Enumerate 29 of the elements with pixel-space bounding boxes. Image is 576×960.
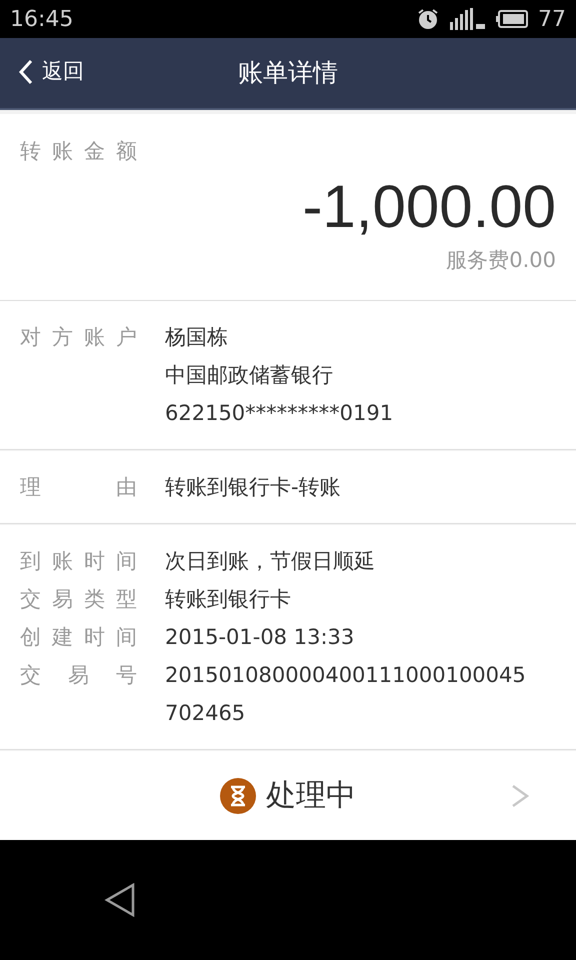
signal-icon bbox=[450, 8, 486, 30]
field-value: 转账到银行卡 bbox=[165, 586, 291, 613]
field-value: 2015-01-08 13:33 bbox=[165, 624, 354, 651]
field-label: 交易号 bbox=[20, 662, 137, 689]
battery-level: 77 bbox=[538, 6, 566, 34]
field-label: 到账时间 bbox=[20, 548, 137, 575]
battery-icon bbox=[496, 10, 528, 28]
field-label: 创建时间 bbox=[20, 624, 137, 651]
hourglass-icon bbox=[220, 778, 256, 814]
amount-value: -1,000.00 bbox=[302, 172, 556, 242]
field-value: 622150*********0191 bbox=[165, 400, 394, 427]
alarm-clock-icon bbox=[416, 7, 440, 31]
chevron-left-icon bbox=[18, 58, 34, 85]
back-nav-icon[interactable] bbox=[104, 883, 136, 917]
field-label: 交易类型 bbox=[20, 586, 137, 613]
service-fee: 服务费0.00 bbox=[446, 247, 556, 274]
status-time: 16:45 bbox=[10, 6, 74, 34]
field-value: 杨国栋 bbox=[165, 324, 229, 351]
back-button[interactable]: 返回 bbox=[18, 56, 84, 88]
field-value: 201501080000400111000100045 bbox=[165, 662, 526, 689]
field-value: 中国邮政储蓄银行 bbox=[165, 362, 334, 389]
status-button[interactable]: 处理中 bbox=[220, 773, 356, 818]
page-title: 账单详情 bbox=[238, 57, 338, 90]
field-value: 702465 bbox=[165, 700, 246, 727]
field-value: 转账到银行卡-转账 bbox=[165, 474, 341, 501]
field-value: 次日到账，节假日顺延 bbox=[165, 548, 375, 575]
field-label: 理由 bbox=[20, 474, 137, 501]
field-label: 转账金额 bbox=[20, 138, 137, 165]
field-label: 对方账户 bbox=[20, 324, 137, 351]
